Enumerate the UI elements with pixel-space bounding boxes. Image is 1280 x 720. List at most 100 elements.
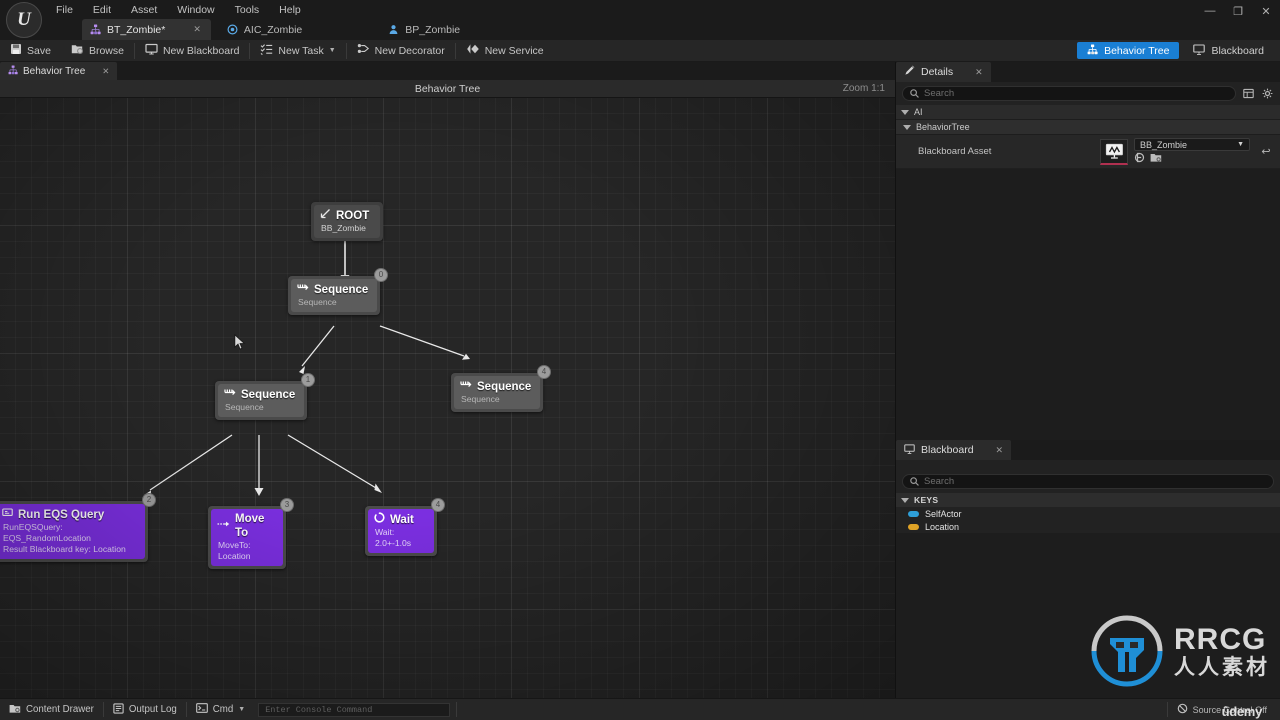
details-panel: Details ✕ Search AI BehaviorTree Blackbo…: [896, 62, 1280, 440]
node-frame: Run EQS Query RunEQSQuery: EQS_RandomLoc…: [0, 501, 148, 562]
blackboard-key-label: SelfActor: [925, 508, 962, 519]
blackboard-key-selfactor[interactable]: SelfActor: [896, 507, 1280, 520]
details-category-behaviortree[interactable]: BehaviorTree: [896, 120, 1280, 135]
blackboard-tab-bar: Blackboard ✕: [896, 440, 1280, 460]
browse-button[interactable]: Browse: [61, 40, 134, 62]
new-service-button[interactable]: New Service: [456, 40, 554, 62]
save-button[interactable]: Save: [0, 40, 61, 62]
console-command-input[interactable]: Enter Console Command: [258, 702, 451, 717]
node-subtitle: Sequence: [298, 297, 337, 307]
graph-canvas[interactable]: ROOT BB_Zombie Sequence Sequence 0 Seque…: [0, 98, 895, 698]
source-control-button[interactable]: Source Control Off: [1168, 699, 1276, 720]
save-label: Save: [27, 44, 51, 57]
close-icon[interactable]: ✕: [996, 445, 1004, 456]
node-title: Move To: [235, 513, 265, 539]
chevron-down-icon[interactable]: ▼: [238, 706, 245, 713]
mode-blackboard-button[interactable]: Blackboard: [1183, 42, 1274, 59]
menu-file[interactable]: File: [46, 2, 83, 19]
node-body: Move To MoveTo: Location: [211, 509, 283, 566]
behavior-tree-icon: [90, 24, 101, 35]
details-empty-area: [896, 169, 1280, 440]
blackboard-icon: [904, 443, 915, 457]
eqs-icon: [2, 507, 13, 522]
mode-behavior-tree-button[interactable]: Behavior Tree: [1077, 42, 1180, 59]
main-toolbar: Save Browse New Blackboard New Task ▼ Ne…: [0, 40, 1280, 62]
mode-blackboard-label: Blackboard: [1211, 44, 1264, 57]
node-frame: Sequence Sequence: [451, 373, 543, 412]
minimize-icon[interactable]: —: [1196, 0, 1224, 22]
behavior-tree-icon: [1087, 44, 1098, 58]
search-icon: [910, 473, 919, 491]
blackboard-search-row: Search: [896, 460, 1280, 493]
details-search-input[interactable]: Search: [902, 86, 1236, 101]
maximize-icon[interactable]: ❐: [1224, 0, 1252, 22]
revert-arrow-icon[interactable]: ↩: [1256, 145, 1276, 158]
menu-asset[interactable]: Asset: [121, 2, 167, 19]
document-tab-aic-zombie[interactable]: AIC_Zombie: [219, 19, 312, 40]
cmd-button[interactable]: Cmd ▼: [187, 699, 254, 720]
graph-node-sequence-1[interactable]: Sequence Sequence 1: [215, 373, 315, 420]
details-category-ai[interactable]: AI: [896, 105, 1280, 120]
document-tab-bt-zombie[interactable]: BT_Zombie* ✕: [82, 19, 211, 40]
new-blackboard-button[interactable]: New Blackboard: [135, 40, 249, 62]
output-log-button[interactable]: Output Log: [104, 699, 186, 720]
rrcg-chinese-text: 人人素材: [1174, 655, 1270, 679]
wait-icon: [374, 512, 385, 527]
browse-to-asset-icon[interactable]: [1134, 150, 1145, 168]
document-tab-bar: BT_Zombie* ✕ AIC_Zombie BP_Zombie: [46, 19, 470, 40]
save-icon: [10, 43, 22, 58]
settings-gear-icon[interactable]: [1260, 87, 1274, 101]
graph-edges: [144, 241, 470, 498]
property-label: Blackboard Asset: [918, 146, 992, 157]
graph-node-move-to[interactable]: Move To MoveTo: Location 3: [208, 498, 294, 569]
menu-help[interactable]: Help: [269, 2, 311, 19]
graph-node-sequence-2[interactable]: Sequence Sequence 4: [451, 365, 551, 412]
blackboard-search-input[interactable]: Search: [902, 474, 1274, 489]
node-index-badge: 2: [142, 493, 156, 507]
use-selected-asset-icon[interactable]: [1150, 150, 1162, 168]
details-pencil-icon: [904, 65, 915, 79]
chevron-down-icon: [903, 124, 911, 130]
blueprint-icon: [227, 24, 238, 35]
node-title-row: Sequence: [224, 387, 296, 402]
graph-node-wait[interactable]: Wait Wait: 2.0+-1.0s 4: [365, 498, 445, 556]
status-divider: [456, 702, 458, 717]
content-drawer-button[interactable]: Content Drawer: [0, 699, 103, 720]
chevron-down-icon[interactable]: ▼: [329, 47, 336, 54]
menu-tools[interactable]: Tools: [225, 2, 270, 19]
window-controls: — ❐ ✕: [1196, 0, 1280, 22]
blackboard-key-location[interactable]: Location: [896, 520, 1280, 533]
table-view-icon[interactable]: [1241, 87, 1255, 101]
main-menu-bar: File Edit Asset Window Tools Help: [46, 2, 470, 19]
graph-tab-label: Behavior Tree: [23, 65, 86, 77]
tab-details[interactable]: Details ✕: [896, 62, 991, 82]
graph-tab-behavior-tree[interactable]: Behavior Tree ✕: [0, 62, 118, 80]
blackboard-keys-header[interactable]: KEYS: [896, 493, 1280, 507]
graph-node-sequence-0[interactable]: Sequence Sequence 0: [288, 268, 388, 315]
blackboard-asset-icon[interactable]: [1100, 138, 1128, 165]
key-type-color-swatch: [908, 523, 919, 530]
menu-edit[interactable]: Edit: [83, 2, 121, 19]
new-blackboard-label: New Blackboard: [162, 44, 240, 57]
output-log-icon: [113, 702, 124, 717]
close-icon[interactable]: ✕: [102, 66, 109, 77]
node-body: ROOT BB_Zombie: [314, 205, 380, 238]
source-control-off-icon: [1177, 703, 1188, 717]
new-task-button[interactable]: New Task ▼: [250, 40, 345, 62]
property-value-group: BB_Zombie ▼ ↩: [1096, 135, 1280, 168]
close-icon[interactable]: ✕: [1252, 0, 1280, 22]
menu-window[interactable]: Window: [167, 2, 224, 19]
tab-blackboard[interactable]: Blackboard ✕: [896, 440, 1012, 460]
document-tab-label: AIC_Zombie: [243, 23, 303, 36]
document-tab-bp-zombie[interactable]: BP_Zombie: [380, 19, 470, 40]
new-decorator-button[interactable]: New Decorator: [347, 40, 455, 62]
toolbar-mode-switcher: Behavior Tree Blackboard: [1077, 42, 1274, 59]
graph-node-run-eqs-query[interactable]: Run EQS Query RunEQSQuery: EQS_RandomLoc…: [0, 493, 156, 562]
node-index-badge: 3: [280, 498, 294, 512]
close-icon[interactable]: ✕: [193, 24, 201, 35]
browse-icon: [71, 43, 84, 58]
behavior-tree-icon: [8, 64, 18, 78]
close-icon[interactable]: ✕: [975, 67, 983, 78]
new-decorator-label: New Decorator: [374, 44, 445, 57]
graph-node-root[interactable]: ROOT BB_Zombie: [311, 202, 383, 241]
